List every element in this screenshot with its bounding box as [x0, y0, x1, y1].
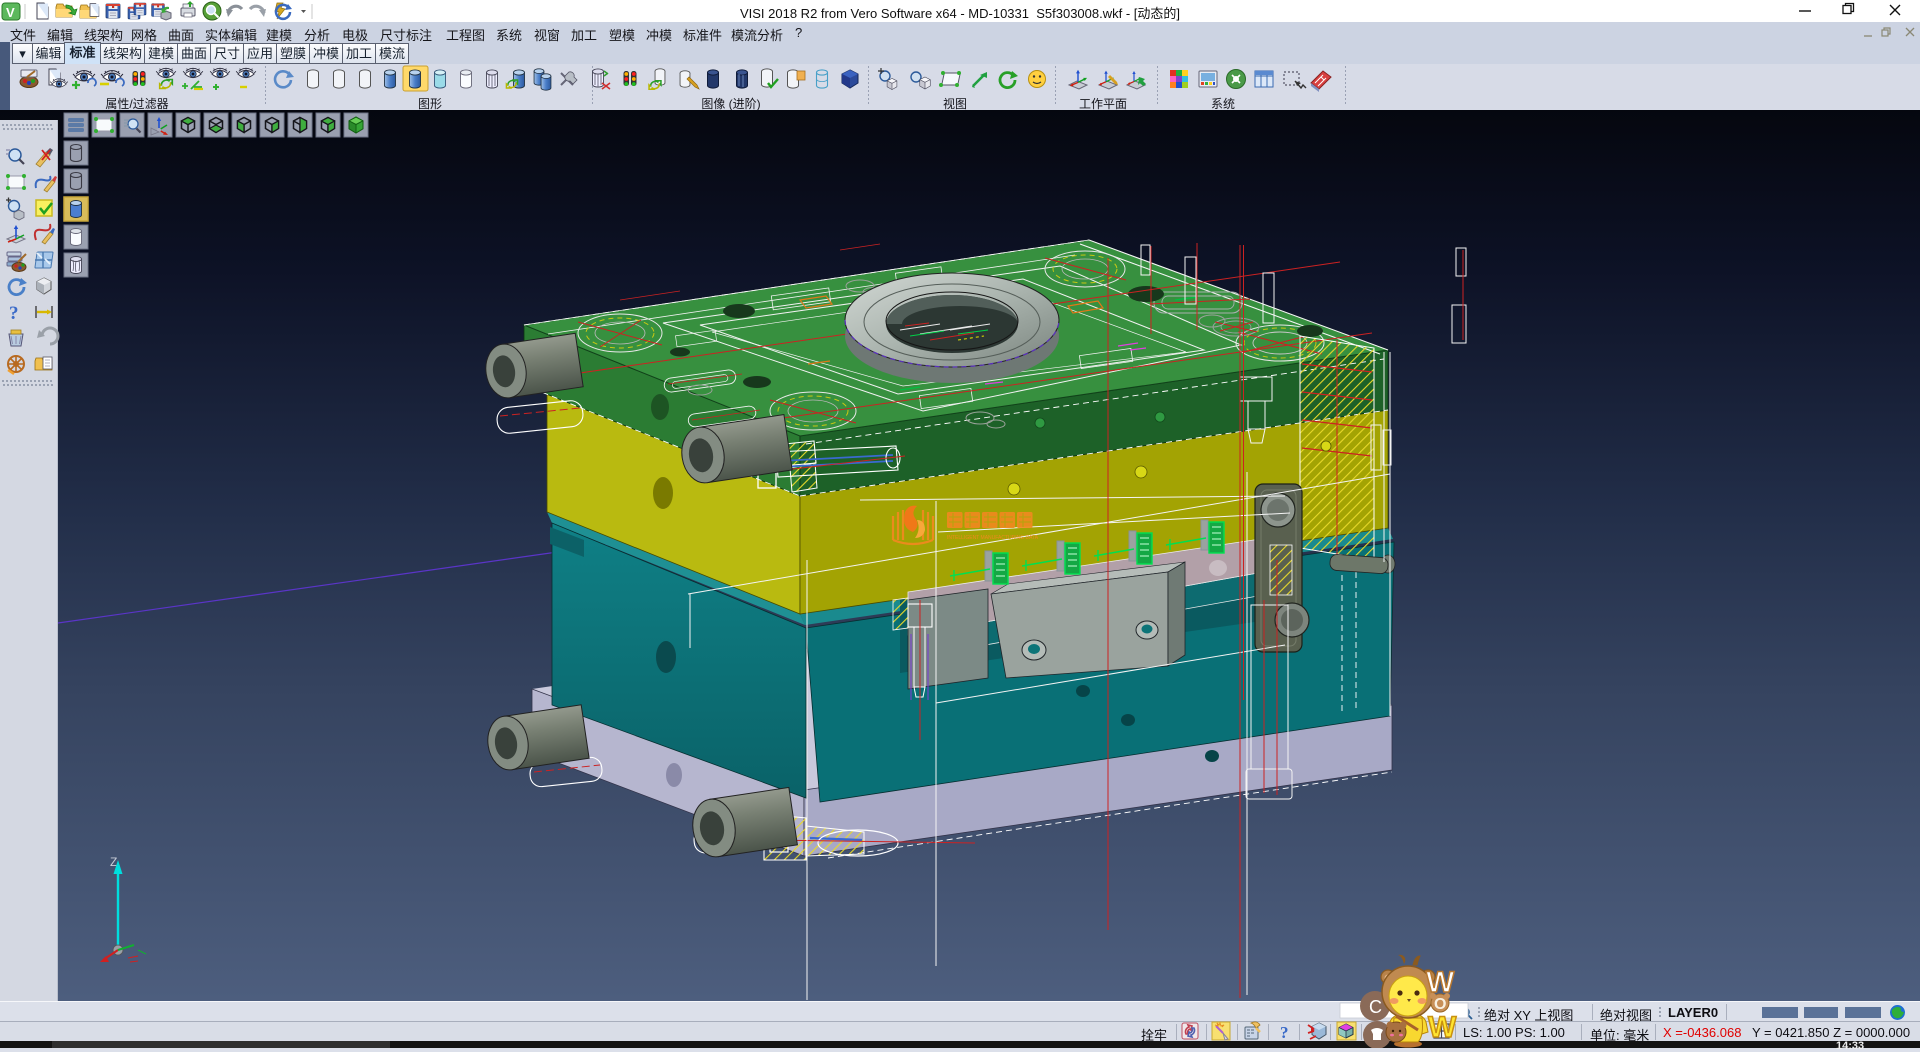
svg-text:?: ? [1280, 1023, 1289, 1041]
svg-text:?: ? [9, 303, 19, 324]
svg-text:INTELLIGENT MANUFACTURING DATA: INTELLIGENT MANUFACTURING DATA [947, 535, 1039, 541]
svg-text:C: C [1369, 997, 1382, 1017]
svg-text:W: W [1428, 1011, 1457, 1044]
svg-text:V: V [6, 5, 15, 20]
